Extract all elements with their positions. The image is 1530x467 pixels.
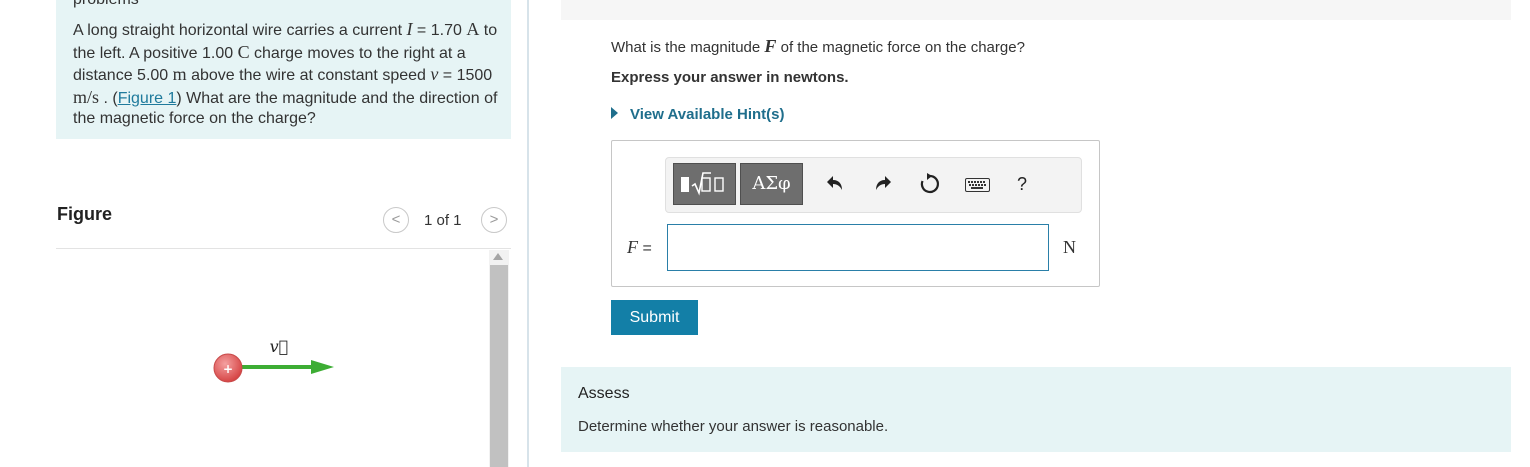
problem-cutoff-heading: problems [73,0,139,9]
help-button[interactable]: ? [1017,172,1027,196]
force-answer-input[interactable] [667,224,1049,271]
reset-icon[interactable] [918,172,942,201]
charge-sign: + [223,362,233,376]
answer-label: F = [627,237,652,258]
current-unit: A [466,19,480,39]
hint-link-label: View Available Hint(s) [630,106,785,123]
answer-unit: N [1063,237,1076,257]
problem-statement: A long straight horizontal wire carries … [73,19,503,130]
greek-symbols-button[interactable]: ΑΣφ [740,163,803,205]
redo-icon[interactable] [873,172,895,199]
velocity-label: v⃗ [270,337,289,356]
column-divider [527,0,529,467]
assess-text: Determine whether your answer is reasona… [578,418,889,435]
speed-unit: m/s [73,86,100,107]
force-symbol: F [764,36,777,56]
figure-next-button[interactable]: > [481,207,507,233]
figure-divider [56,248,511,249]
figure-diagram: + v⃗ [213,337,334,383]
scroll-up-arrow-icon[interactable] [493,253,503,260]
charge-unit: C [237,41,250,62]
answer-instructions: Express your answer in newtons. [611,69,849,86]
problem-text-6: = 1500 [438,67,493,84]
figure-pager-text: 1 of 1 [424,212,462,229]
problem-text-2: = 1.70 [412,22,467,39]
hint-link[interactable]: View Available Hint(s) [611,106,785,123]
velocity-arrow-head [311,360,334,374]
previous-part-strip [561,0,1511,20]
question-text: What is the magnitude F of the magnetic … [611,36,1025,57]
problem-text-5: above the wire at constant speed [186,67,431,84]
problem-text-1: A long straight horizontal wire carries … [73,22,407,39]
distance-unit: m [172,64,187,84]
keyboard-icon[interactable] [965,178,990,192]
problem-text-7: . ( [99,89,118,107]
templates-icon [681,172,724,196]
templates-button[interactable] [673,163,736,205]
figure-link[interactable]: Figure 1 [118,90,177,107]
question-text-1: What is the magnitude [611,39,765,56]
figure-title: Figure [57,204,113,224]
submit-button[interactable]: Submit [611,300,698,335]
assess-title: Assess [578,385,630,402]
figure-prev-button[interactable]: < [383,207,409,233]
undo-icon[interactable] [823,172,845,199]
figure-scroll-thumb[interactable] [490,265,508,467]
hint-triangle-icon [611,107,618,119]
answer-label-eq: = [638,240,652,257]
assess-panel [561,367,1511,452]
answer-label-symbol: F [627,237,638,257]
question-text-2: of the magnetic force on the charge? [776,39,1025,56]
